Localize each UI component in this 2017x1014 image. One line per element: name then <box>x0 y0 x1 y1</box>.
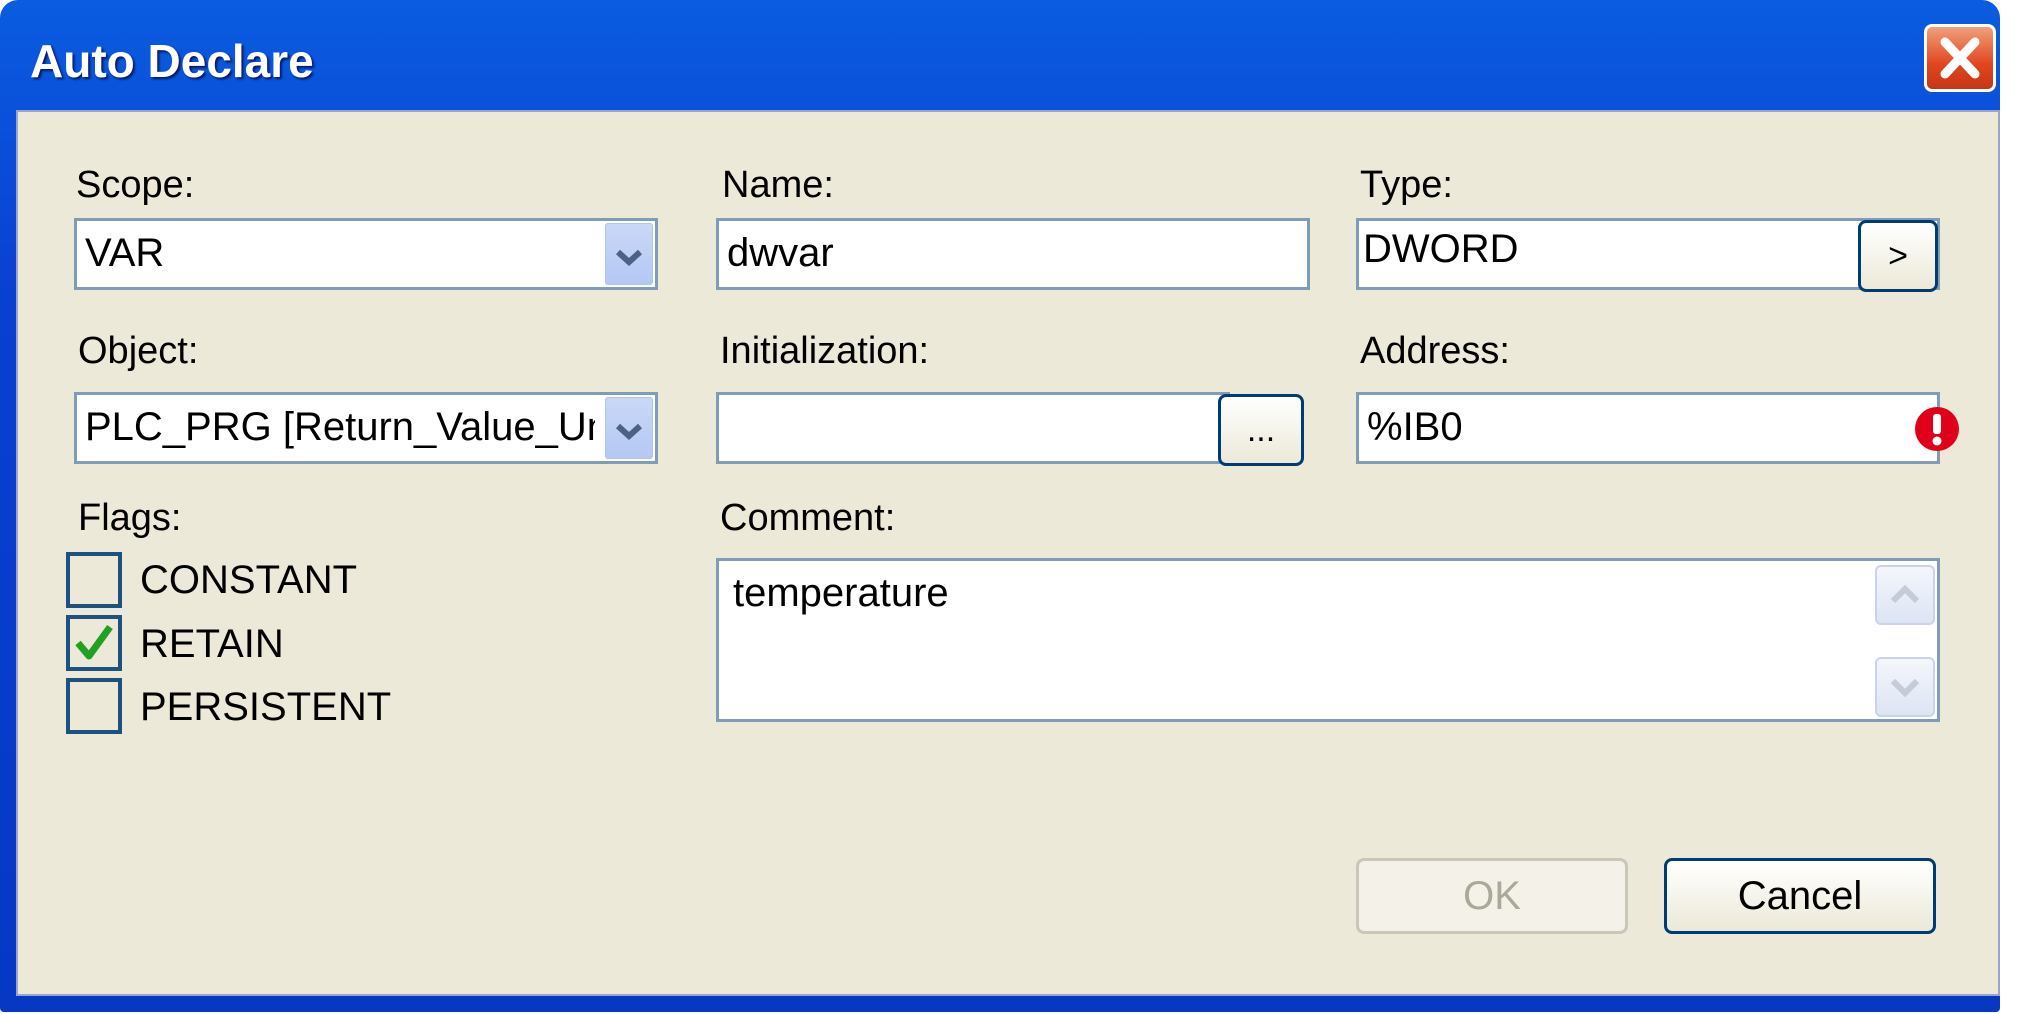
checkmark-icon <box>70 619 118 667</box>
persistent-checkbox[interactable] <box>66 678 122 734</box>
error-icon <box>1913 405 1961 453</box>
constant-label: CONSTANT <box>140 558 357 603</box>
name-value: dwvar <box>727 231 834 276</box>
object-select[interactable]: PLC_PRG [Return_Value_Unas <box>74 392 658 464</box>
scope-dropdown-button[interactable] <box>605 223 653 285</box>
address-label: Address: <box>1360 330 1510 373</box>
scope-label: Scope: <box>76 164 194 207</box>
scope-select[interactable]: VAR <box>74 218 658 290</box>
type-value: DWORD <box>1363 227 1519 272</box>
type-select[interactable]: DWORD <box>1356 218 1940 290</box>
initialization-label: Initialization: <box>720 330 929 373</box>
address-input[interactable]: %IB0 <box>1356 392 1940 464</box>
window-title: Auto Declare <box>30 34 314 88</box>
chevron-down-icon <box>606 398 652 462</box>
comment-label: Comment: <box>720 497 895 540</box>
dialog-window: Auto Declare Scope: VAR Name: dwvar Type… <box>0 0 2000 1012</box>
initialization-browse-button[interactable]: ... <box>1218 394 1304 466</box>
dialog-body: Scope: VAR Name: dwvar Type: DWORD > Obj… <box>16 110 2000 996</box>
name-label: Name: <box>722 164 834 207</box>
retain-label: RETAIN <box>140 622 284 667</box>
flags-label: Flags: <box>78 497 181 540</box>
type-browse-button[interactable]: > <box>1858 220 1938 292</box>
chevron-down-icon <box>1877 659 1933 715</box>
cancel-button[interactable]: Cancel <box>1664 858 1936 934</box>
type-label: Type: <box>1360 164 1453 207</box>
name-input[interactable]: dwvar <box>716 218 1310 290</box>
object-value: PLC_PRG [Return_Value_Unas <box>85 405 595 450</box>
constant-checkbox[interactable] <box>66 552 122 608</box>
initialization-input[interactable] <box>716 392 1230 464</box>
comment-value: temperature <box>733 571 949 616</box>
ok-button[interactable]: OK <box>1356 858 1628 934</box>
scroll-down-button[interactable] <box>1875 657 1935 717</box>
object-label: Object: <box>78 330 198 373</box>
scroll-up-button[interactable] <box>1875 565 1935 625</box>
close-button[interactable] <box>1924 24 1996 92</box>
persistent-label: PERSISTENT <box>140 685 391 730</box>
close-icon <box>1927 27 1993 89</box>
address-value: %IB0 <box>1367 405 1463 450</box>
chevron-up-icon <box>1877 567 1933 623</box>
retain-checkbox[interactable] <box>66 615 122 671</box>
object-dropdown-button[interactable] <box>605 397 653 459</box>
comment-textarea[interactable]: temperature <box>716 558 1940 722</box>
chevron-down-icon <box>606 224 652 288</box>
scope-value: VAR <box>85 231 164 276</box>
